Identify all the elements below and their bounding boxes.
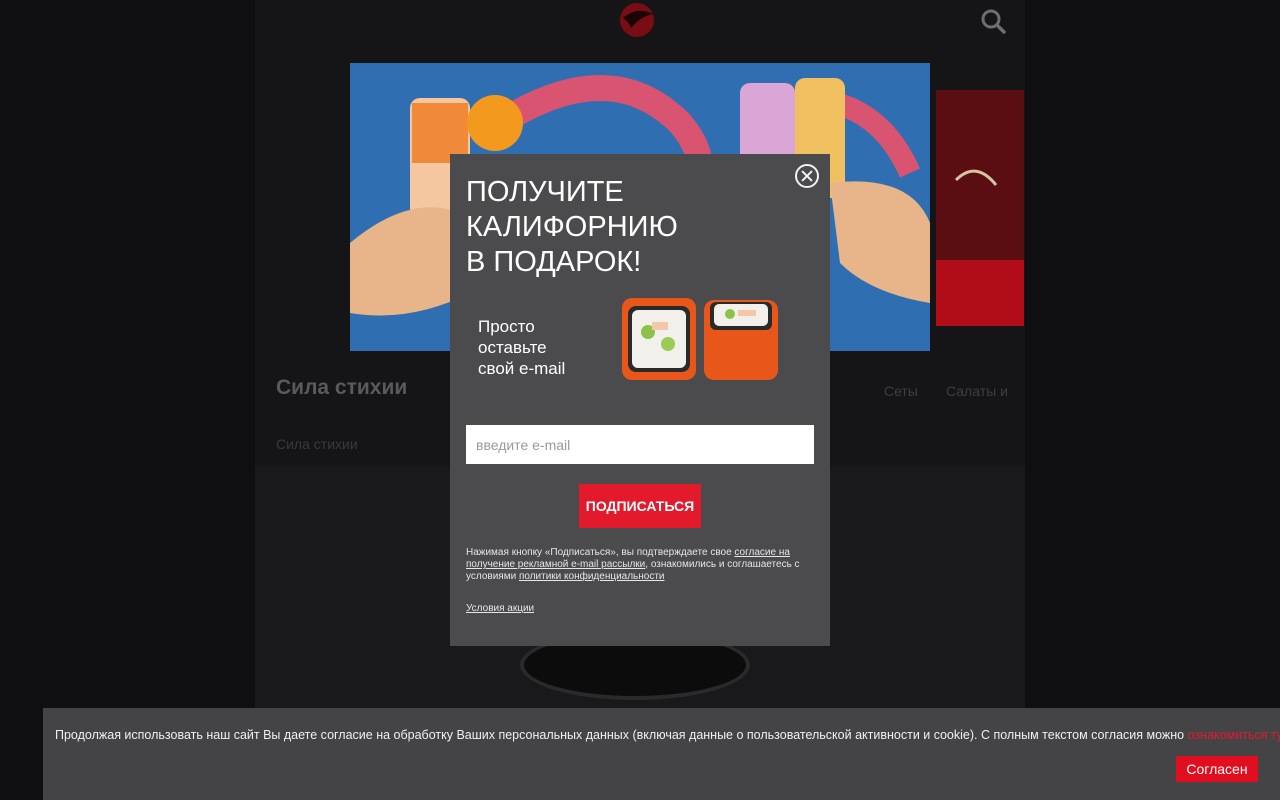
promo-terms-link[interactable]: Условия акции [466, 603, 534, 614]
banner-next-illustration [936, 90, 1024, 326]
modal-subtitle-line: оставьте [478, 338, 547, 357]
modal-title-line: ПОЛУЧИТЕ [466, 176, 624, 208]
privacy-policy-link[interactable]: политики конфиденциальности [519, 571, 665, 582]
search-icon[interactable] [980, 8, 1006, 34]
cookie-banner [43, 708, 1280, 800]
consent-prefix: Нажимая кнопку «Подписаться», вы подтвер… [466, 547, 732, 558]
section-title: Сила стихии [276, 376, 408, 399]
brand-logo-icon[interactable] [617, 2, 657, 38]
modal-subtitle-line: Просто [478, 317, 535, 336]
cookie-text: Продолжая использовать наш сайт Вы даете… [55, 728, 1280, 742]
sushi-roll-image [622, 298, 778, 380]
consent-text: Нажимая кнопку «Подписаться», вы подтвер… [466, 547, 816, 583]
category-link-sets[interactable]: Сеты [884, 383, 918, 399]
subcategory-link[interactable]: Сила стихии [276, 436, 358, 452]
promo-banner-next[interactable] [936, 90, 1024, 326]
modal-title: ПОЛУЧИТЕ КАЛИФОРНИЮ В ПОДАРОК! [466, 175, 766, 280]
modal-title-line: КАЛИФОРНИЮ [466, 211, 678, 243]
email-input[interactable] [466, 425, 814, 464]
cookie-agree-button[interactable]: Согласен [1176, 756, 1258, 782]
modal-subtitle-line: свой e-mail [478, 359, 566, 378]
subscribe-button[interactable]: ПОДПИСАТЬСЯ [579, 484, 701, 528]
modal-subtitle: Просто оставьте свой e-mail [478, 316, 608, 379]
cookie-message: Продолжая использовать наш сайт Вы даете… [55, 728, 1185, 742]
close-button[interactable] [795, 164, 819, 188]
modal-title-line: В ПОДАРОК! [466, 246, 642, 278]
category-link-salads[interactable]: Салаты и [946, 383, 1008, 399]
cookie-details-link[interactable]: ознакомиться тут [1188, 728, 1280, 742]
